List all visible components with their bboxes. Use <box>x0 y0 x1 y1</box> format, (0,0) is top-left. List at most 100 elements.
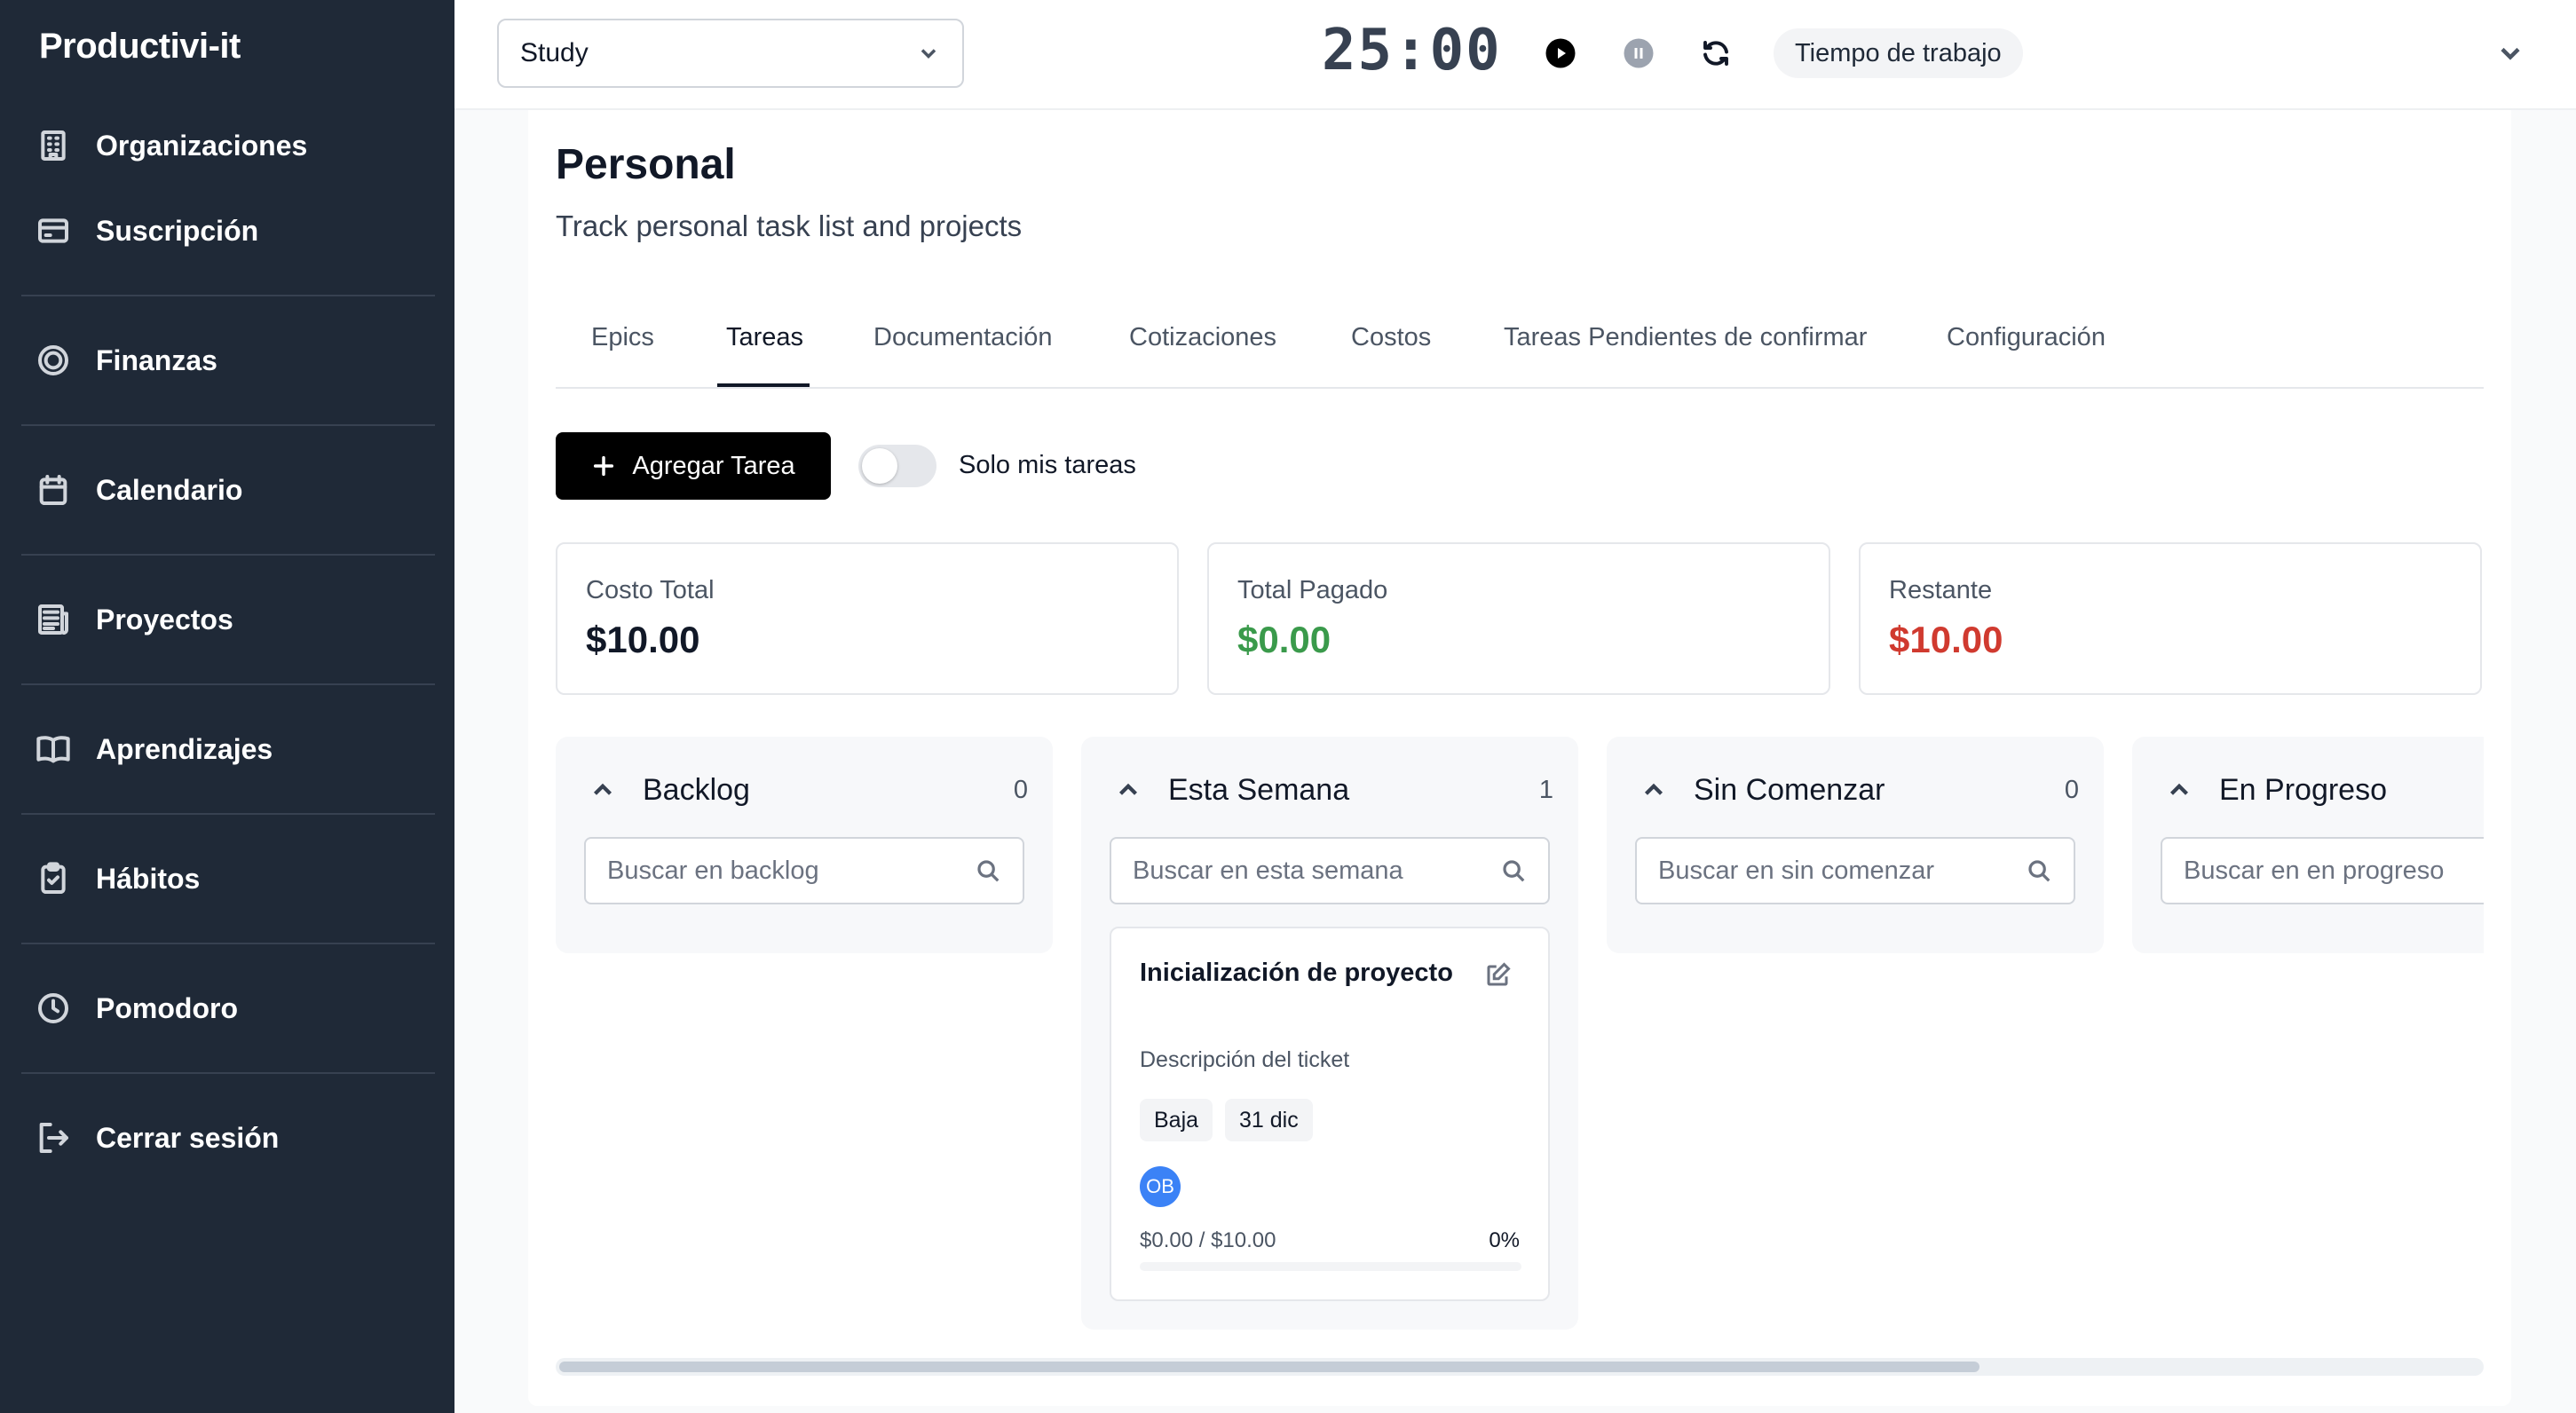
active-tab-indicator <box>717 383 810 387</box>
task-description: Descripción del ticket <box>1140 1047 1350 1072</box>
stat-card-restante: Restante $10.00 <box>1859 542 2482 695</box>
column-search <box>584 837 1024 904</box>
stat-card-total-pagado: Total Pagado $0.00 <box>1207 542 1830 695</box>
pause-button[interactable] <box>1619 34 1658 73</box>
column-title: Esta Semana <box>1168 772 1350 807</box>
pause-icon <box>1624 38 1654 68</box>
play-icon <box>1545 38 1576 68</box>
sidebar-divider <box>21 424 435 426</box>
sidebar-item-label: Calendario <box>96 473 243 506</box>
stat-label: Restante <box>1889 576 1993 604</box>
chevron-down-icon <box>921 49 936 59</box>
column-search <box>1635 837 2075 904</box>
sidebar-item-finanzas[interactable]: Finanzas <box>36 334 217 387</box>
edit-task-button[interactable] <box>1484 962 1511 989</box>
stat-value: $10.00 <box>586 619 700 660</box>
credit-card-icon <box>38 218 68 243</box>
sidebar-item-label: Organizaciones <box>96 129 308 162</box>
book-icon <box>36 736 70 763</box>
logout-icon <box>39 1123 68 1153</box>
user-menu-toggle[interactable] <box>2494 37 2526 69</box>
stat-card-costo-total: Costo Total $10.00 <box>556 542 1179 695</box>
column-search-input[interactable] <box>607 856 975 886</box>
tab-configuracion[interactable]: Configuración <box>1947 312 2106 389</box>
sidebar-item-suscripcion[interactable]: Suscripción <box>36 204 258 257</box>
column-header: Esta Semana 1 <box>1113 772 1553 808</box>
only-my-tasks-toggle[interactable] <box>858 445 936 487</box>
calendar-icon <box>39 475 67 505</box>
tab-tareas[interactable]: Tareas <box>726 312 803 389</box>
timer-mode-badge: Tiempo de trabajo <box>1774 28 2023 78</box>
sidebar-divider <box>21 683 435 685</box>
column-title: Backlog <box>643 772 750 807</box>
refresh-icon <box>1703 41 1728 66</box>
tab-cotizaciones[interactable]: Cotizaciones <box>1129 312 1276 389</box>
tab-tareas-pendientes[interactable]: Tareas Pendientes de confirmar <box>1504 312 1867 389</box>
sidebar-item-label: Hábitos <box>96 862 201 895</box>
project-select[interactable]: Study <box>497 19 964 88</box>
column-count: 0 <box>2064 775 2079 804</box>
sidebar-item-cerrar-sesion[interactable]: Cerrar sesión <box>36 1111 279 1164</box>
task-progress-bar <box>1140 1262 1521 1271</box>
sidebar-divider <box>21 1072 435 1074</box>
chevron-up-icon[interactable] <box>588 775 618 805</box>
column-header: Backlog 0 <box>588 772 1028 808</box>
sidebar-item-pomodoro[interactable]: Pomodoro <box>36 982 238 1035</box>
column-search <box>2161 837 2484 904</box>
horizontal-scrollbar[interactable] <box>556 1358 2484 1376</box>
sidebar-divider <box>21 295 435 296</box>
chevron-up-icon[interactable] <box>1639 775 1669 805</box>
pomodoro-timer: 25:00 <box>1322 18 1502 83</box>
priority-tag: Baja <box>1140 1099 1213 1141</box>
edit-icon <box>1487 962 1511 986</box>
reset-button[interactable] <box>1696 34 1735 73</box>
sidebar-divider <box>21 813 435 815</box>
chevron-up-icon[interactable] <box>1113 775 1143 805</box>
brand-logo: Productivi-it <box>39 27 241 66</box>
column-search-input[interactable] <box>1658 856 2026 886</box>
stat-label: Costo Total <box>586 576 715 604</box>
sidebar: Productivi-it Organizaciones Suscripción… <box>0 0 454 1413</box>
chevron-up-icon[interactable] <box>2164 775 2194 805</box>
sidebar-item-label: Pomodoro <box>96 991 238 1024</box>
play-button[interactable] <box>1541 34 1580 73</box>
page-title: Personal <box>556 141 736 188</box>
column-esta-semana: Esta Semana 1 Inicialización de proyecto… <box>1081 737 1578 1330</box>
building-icon <box>41 130 66 161</box>
add-task-label: Agregar Tarea <box>632 451 795 480</box>
top-bar: Study 25:00 Tiempo de trabajo <box>454 0 2576 110</box>
sidebar-item-label: Cerrar sesión <box>96 1121 280 1154</box>
sidebar-item-organizaciones[interactable]: Organizaciones <box>36 119 307 172</box>
avatar: OB <box>1140 1166 1181 1207</box>
sidebar-item-habitos[interactable]: Hábitos <box>36 852 200 905</box>
add-task-button[interactable]: Agregar Tarea <box>556 432 831 500</box>
sidebar-item-label: Aprendizajes <box>96 732 273 765</box>
column-search-input[interactable] <box>2184 856 2484 886</box>
column-count: 0 <box>1013 775 1028 804</box>
scrollbar-thumb[interactable] <box>559 1362 1979 1372</box>
column-backlog: Backlog 0 <box>556 737 1053 953</box>
column-search-input[interactable] <box>1133 856 1500 886</box>
due-date-tag: 31 dic <box>1225 1099 1313 1141</box>
column-title: Sin Comenzar <box>1694 772 1885 807</box>
target-icon <box>38 345 68 375</box>
clock-icon <box>38 993 68 1023</box>
plus-icon <box>594 455 614 477</box>
sidebar-item-proyectos[interactable]: Proyectos <box>36 593 233 646</box>
tab-documentacion[interactable]: Documentación <box>873 312 1053 389</box>
sidebar-divider <box>21 554 435 556</box>
column-sin-comenzar: Sin Comenzar 0 <box>1607 737 2104 953</box>
clipboard-check-icon <box>41 862 66 894</box>
task-percent: 0% <box>1489 1228 1520 1252</box>
task-card[interactable]: Inicialización de proyecto Descripción d… <box>1110 927 1550 1301</box>
column-count: 1 <box>1538 775 1553 804</box>
sidebar-item-label: Finanzas <box>96 343 217 376</box>
task-amount: $0.00 / $10.00 <box>1140 1228 1276 1252</box>
sidebar-item-aprendizajes[interactable]: Aprendizajes <box>36 722 273 776</box>
only-my-tasks-label: Solo mis tareas <box>959 451 1136 479</box>
tab-costos[interactable]: Costos <box>1351 312 1431 389</box>
tab-epics[interactable]: Epics <box>591 312 654 389</box>
sidebar-divider <box>21 943 435 944</box>
stat-label: Total Pagado <box>1237 576 1388 604</box>
sidebar-item-calendario[interactable]: Calendario <box>36 463 242 517</box>
